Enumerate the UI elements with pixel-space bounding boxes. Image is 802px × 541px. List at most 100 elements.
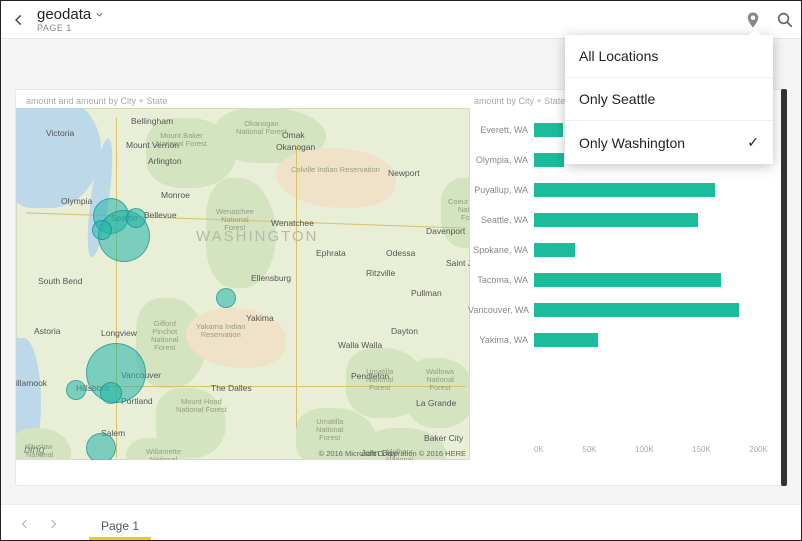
location-filter-dropdown: All Locations Only Seattle Only Washingt… <box>565 35 773 164</box>
axis-tick: 150K <box>692 445 711 454</box>
map-city-label: Ephrata <box>316 248 346 258</box>
bar-row: Seattle, WA <box>534 206 768 234</box>
bar-label: Yakima, WA <box>468 335 528 345</box>
map-bubble[interactable] <box>216 288 236 308</box>
dropdown-caret <box>747 29 763 37</box>
map-bubble[interactable] <box>126 208 146 228</box>
next-page-button[interactable] <box>43 514 63 534</box>
check-icon: ✓ <box>747 134 759 151</box>
map-city-label: Bellingham <box>131 116 173 126</box>
filter-option-only-washington[interactable]: Only Washington ✓ <box>565 121 773 164</box>
bar-label: Puyallup, WA <box>468 185 528 195</box>
map-forest-label: Mount HoodNational Forest <box>176 398 227 414</box>
page-subtitle: PAGE 1 <box>37 23 104 33</box>
map-city-label: Ellensburg <box>251 273 291 283</box>
bar-row: Tacoma, WA <box>534 266 768 294</box>
bar[interactable] <box>534 153 564 167</box>
map-bubble[interactable] <box>86 433 116 460</box>
page-tab-label: Page 1 <box>101 519 139 533</box>
chart-viz-title: amount by City + State <box>474 96 565 106</box>
bar-row: Yakima, WA <box>534 326 768 354</box>
filter-option-label: Only Washington <box>579 135 685 151</box>
back-button[interactable] <box>1 13 37 27</box>
map-city-label: Astoria <box>34 326 60 336</box>
filter-option-label: Only Seattle <box>579 91 655 107</box>
map-city-label: Dayton <box>391 326 418 336</box>
report-title[interactable]: geodata <box>37 6 104 23</box>
bar[interactable] <box>534 273 721 287</box>
map-city-label: Longview <box>101 328 137 338</box>
map-city-label: Odessa <box>386 248 415 258</box>
search-icon[interactable] <box>775 10 795 30</box>
bar-row: Puyallup, WA <box>534 176 768 204</box>
map-city-label: Baker City <box>424 433 463 443</box>
map-attribution: © 2016 Microsoft Corporation © 2016 HERE <box>319 449 466 458</box>
map-forest-label: UmatillaNationalForest <box>366 368 394 392</box>
map-forest-label: WenatcheeNationalForest <box>216 208 254 232</box>
map-city-label: Olympia <box>61 196 92 206</box>
map-forest-label: WallowaNationalForest <box>426 368 454 392</box>
page-tab[interactable]: Page 1 <box>89 513 151 540</box>
title-block: geodata PAGE 1 <box>37 6 104 33</box>
map-forest-label: GiffordPinchotNationalForest <box>151 320 179 352</box>
axis-tick: 0K <box>534 445 544 454</box>
bar[interactable] <box>534 123 563 137</box>
map-city-label: The Dalles <box>211 383 252 393</box>
axis-tick: 200K <box>749 445 768 454</box>
prev-page-button[interactable] <box>15 514 35 534</box>
map-forest-label: Mount BakerNational Forest <box>156 132 207 148</box>
bar[interactable] <box>534 303 739 317</box>
map-city-label: Bellevue <box>144 210 177 220</box>
state-label: WASHINGTON <box>196 228 319 245</box>
map-city-label: La Grande <box>416 398 456 408</box>
bar-label: Seattle, WA <box>468 215 528 225</box>
map-city-label: Saint Joe <box>446 258 470 268</box>
map-forest-label: UmatillaNationalForest <box>316 418 344 442</box>
bar[interactable] <box>534 243 575 257</box>
map-bubble[interactable] <box>92 220 112 240</box>
bar-row: Spokane, WA <box>534 236 768 264</box>
map-city-label: Newport <box>388 168 420 178</box>
bing-logo: bing <box>24 444 45 456</box>
map-city-label: South Bend <box>38 276 82 286</box>
map-city-label: Walla Walla <box>338 340 382 350</box>
bar[interactable] <box>534 183 715 197</box>
map-city-label: Yakima <box>246 313 274 323</box>
axis-tick: 50K <box>582 445 596 454</box>
chevron-down-icon <box>95 10 104 19</box>
report-title-text: geodata <box>37 6 91 23</box>
map-viz-title: amount and amount by City + State <box>26 96 167 106</box>
page-navigator: Page 1 <box>1 504 801 540</box>
map-city-label: Victoria <box>46 128 74 138</box>
filter-option-label: All Locations <box>579 48 658 64</box>
map-city-label: Monroe <box>161 190 190 200</box>
axis-tick: 100K <box>635 445 654 454</box>
map-city-label: Ritzville <box>366 268 395 278</box>
location-filter-icon[interactable] <box>743 10 763 30</box>
map-forest-label: WillametteNationalForest <box>146 448 181 460</box>
map-forest-label: Colville Indian Reservation <box>291 166 380 174</box>
bar-label: Vancouver, WA <box>468 305 528 315</box>
bar-row: Vancouver, WA <box>534 296 768 324</box>
bar[interactable] <box>534 213 698 227</box>
map-city-label: Okanogan <box>276 142 315 152</box>
map-city-label: Wenatchee <box>271 218 314 228</box>
map-city-label: Davenport <box>426 226 465 236</box>
bar-label: Everett, WA <box>468 125 528 135</box>
map-forest-label: Yakama IndianReservation <box>196 323 245 339</box>
bar-label: Olympia, WA <box>468 155 528 165</box>
bar-label: Tacoma, WA <box>468 275 528 285</box>
map-bubble[interactable] <box>100 382 122 404</box>
map-city-label: Tillamook <box>16 378 47 388</box>
map-bubble[interactable] <box>66 380 86 400</box>
map-visual[interactable]: WASHINGTON BellinghamVictoriaMount Verno… <box>16 108 470 460</box>
filter-option-all-locations[interactable]: All Locations <box>565 35 773 78</box>
map-forest-label: Coeur d'AleneNationalForest <box>448 198 470 222</box>
filter-option-only-seattle[interactable]: Only Seattle <box>565 78 773 121</box>
bar[interactable] <box>534 333 598 347</box>
map-city-label: Pullman <box>411 288 442 298</box>
map-forest-label: OkanoganNational Forest <box>236 120 287 136</box>
header: geodata PAGE 1 <box>1 1 801 39</box>
bar-label: Spokane, WA <box>468 245 528 255</box>
map-city-label: Arlington <box>148 156 182 166</box>
